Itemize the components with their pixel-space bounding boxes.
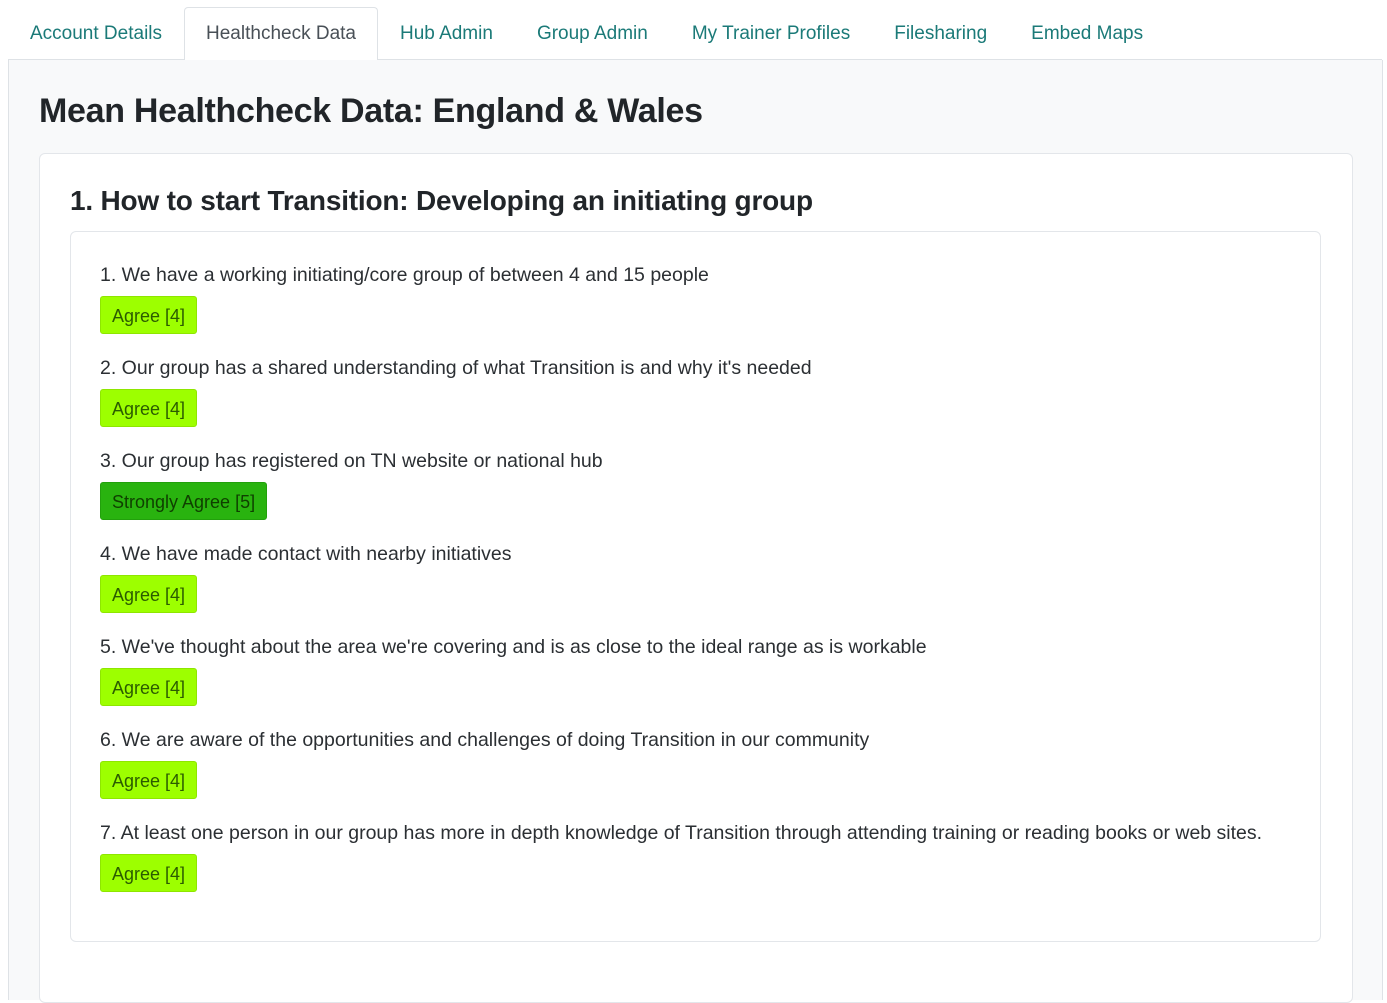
answer-badge: Agree [4] — [100, 575, 198, 613]
answer-badge: Agree [4] — [100, 296, 198, 334]
question-text: 1. We have a working initiating/core gro… — [100, 264, 709, 286]
tab-account-details[interactable]: Account Details — [8, 7, 184, 59]
page-title: Mean Healthcheck Data: England & Wales — [39, 92, 703, 130]
question-item: 5. We've thought about the area we're co… — [100, 635, 927, 706]
question-item: 1. We have a working initiating/core gro… — [100, 263, 709, 334]
tab-group-admin[interactable]: Group Admin — [515, 7, 670, 59]
question-item: 7. At least one person in our group has … — [100, 821, 1262, 892]
question-text: 7. At least one person in our group has … — [100, 822, 1263, 844]
tab-healthcheck-data[interactable]: Healthcheck Data — [184, 7, 378, 60]
question-text: 5. We've thought about the area we're co… — [100, 636, 927, 658]
question-item: 3. Our group has registered on TN websit… — [100, 449, 603, 520]
tab-embed-maps[interactable]: Embed Maps — [1009, 7, 1165, 59]
answer-badge: Agree [4] — [100, 761, 198, 799]
question-item: 2. Our group has a shared understanding … — [100, 356, 812, 427]
tab-bar: Account Details Healthcheck Data Hub Adm… — [8, 7, 1382, 60]
tab-filesharing[interactable]: Filesharing — [872, 7, 1009, 59]
question-text: 6. We are aware of the opportunities and… — [100, 729, 870, 751]
question-text: 4. We have made contact with nearby init… — [100, 543, 512, 565]
question-text: 3. Our group has registered on TN websit… — [100, 450, 603, 472]
question-item: 4. We have made contact with nearby init… — [100, 542, 512, 613]
answer-badge: Agree [4] — [100, 854, 198, 892]
tab-hub-admin[interactable]: Hub Admin — [378, 7, 515, 59]
section-title: 1. How to start Transition: Developing a… — [70, 185, 813, 216]
question-item: 6. We are aware of the opportunities and… — [100, 728, 869, 799]
answer-badge: Agree [4] — [100, 668, 198, 706]
answer-badge: Strongly Agree [5] — [100, 482, 268, 520]
answer-badge: Agree [4] — [100, 389, 198, 427]
question-text: 2. Our group has a shared understanding … — [100, 357, 812, 379]
tab-my-trainer-profiles[interactable]: My Trainer Profiles — [670, 7, 872, 59]
